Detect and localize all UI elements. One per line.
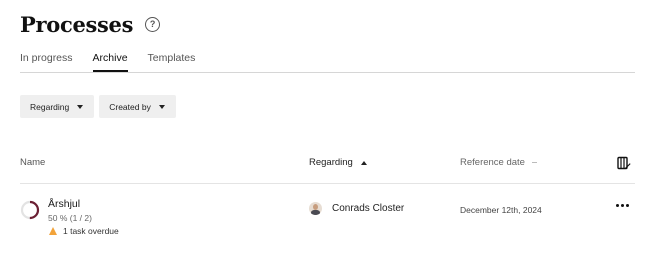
page-title: Processes [20,11,134,37]
column-header-name-label: Name [20,157,46,168]
created-by-filter-button[interactable]: Created by [99,95,176,118]
filter-bar: Regarding Created by [20,95,181,118]
tab-bar: In progress Archive Templates [20,50,635,73]
process-name[interactable]: Årshjul [48,198,80,210]
sort-neutral-icon [531,162,537,163]
warning-icon [49,227,57,235]
overdue-text: 1 task overdue [63,226,119,236]
created-by-filter-label: Created by [109,101,151,112]
edit-columns-icon[interactable] [617,156,631,173]
page-header: Processes ? [20,10,161,38]
tab-archive[interactable]: Archive [92,50,128,72]
regarding-filter-label: Regarding [30,101,70,112]
overdue-indicator: 1 task overdue [49,226,119,236]
regarding-person[interactable]: Conrads Closter [309,202,404,215]
column-header-regarding[interactable]: Regarding [309,157,367,168]
regarding-filter-button[interactable]: Regarding [20,95,95,118]
caret-down-icon [77,104,84,109]
process-progress-text: 50 % (1 / 2) [48,213,92,223]
progress-ring-icon [20,200,40,220]
column-header-reference-date-label: Reference date [460,157,525,168]
tab-in-progress[interactable]: In progress [20,50,73,71]
avatar [309,202,322,215]
more-horizontal-icon[interactable] [616,204,630,207]
caret-down-icon [158,104,165,109]
tab-templates[interactable]: Templates [148,50,196,71]
reference-date: December 12th, 2024 [460,205,542,215]
table-header: Name Regarding Reference date [20,150,635,184]
sort-ascending-icon [360,160,367,165]
column-header-reference-date[interactable]: Reference date [460,157,537,168]
column-header-name: Name [20,157,45,168]
column-header-regarding-label: Regarding [309,157,353,168]
regarding-person-name: Conrads Closter [332,203,405,214]
question-circle-icon[interactable]: ? [145,16,161,32]
table-row[interactable]: Årshjul 50 % (1 / 2) 1 task overdue Conr… [20,184,635,244]
